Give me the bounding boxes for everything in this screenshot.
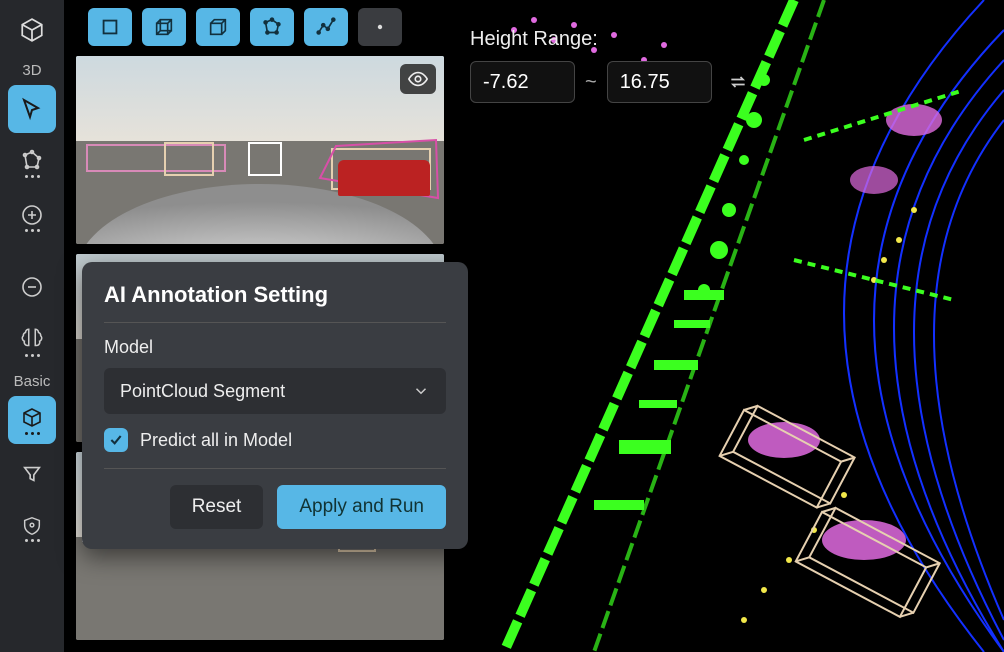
- shape-toolbar: [88, 8, 402, 46]
- tilde-separator: ~: [585, 71, 597, 94]
- model-select-value: PointCloud Segment: [120, 381, 285, 402]
- ai-brain-tool[interactable]: [8, 317, 56, 365]
- modal-title: AI Annotation Setting: [104, 282, 446, 308]
- predict-all-checkbox[interactable]: [104, 428, 128, 452]
- filter-tool[interactable]: [8, 450, 56, 498]
- bbox-white[interactable]: [248, 142, 282, 176]
- swap-icon[interactable]: [722, 66, 754, 98]
- model-field-label: Model: [104, 337, 446, 358]
- shield-tool[interactable]: [8, 504, 56, 552]
- basic-cube-tool[interactable]: [8, 396, 56, 444]
- cube-alt-tool[interactable]: [196, 8, 240, 46]
- camera-front[interactable]: [76, 56, 444, 244]
- apply-run-button[interactable]: Apply and Run: [277, 485, 446, 529]
- reset-button[interactable]: Reset: [170, 485, 264, 529]
- ai-annotation-modal: AI Annotation Setting Model PointCloud S…: [82, 262, 468, 549]
- height-max-input[interactable]: [607, 61, 712, 103]
- rect-2d-tool[interactable]: [88, 8, 132, 46]
- pointer-tool[interactable]: [8, 85, 56, 133]
- polygon-tool[interactable]: [8, 139, 56, 187]
- polyline-tool[interactable]: [304, 8, 348, 46]
- poly-3d-tool[interactable]: [250, 8, 294, 46]
- more-tool[interactable]: [358, 8, 402, 46]
- model-select[interactable]: PointCloud Segment: [104, 368, 446, 414]
- visibility-icon[interactable]: [400, 64, 436, 94]
- group-label: Basic: [14, 373, 51, 390]
- sidebar: 3D Basic: [0, 0, 64, 652]
- bbox-tan[interactable]: [164, 142, 214, 176]
- predict-all-label: Predict all in Model: [140, 430, 292, 451]
- height-range-control: Height Range: ~: [470, 28, 754, 103]
- cube-logo-icon[interactable]: [8, 6, 56, 54]
- cube-3d-tool[interactable]: [142, 8, 186, 46]
- add-tool[interactable]: [8, 193, 56, 241]
- chevron-down-icon: [412, 382, 430, 400]
- height-range-label: Height Range:: [470, 28, 754, 51]
- mode-label: 3D: [22, 62, 41, 79]
- subtract-tool[interactable]: [8, 263, 56, 311]
- height-min-input[interactable]: [470, 61, 575, 103]
